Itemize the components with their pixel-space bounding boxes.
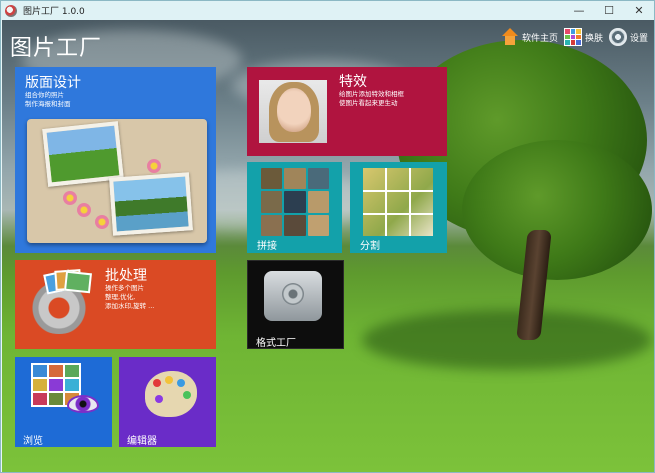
split-divider bbox=[409, 168, 411, 236]
flower-decoration bbox=[147, 159, 161, 173]
portrait-face bbox=[277, 88, 311, 132]
tile-stitch-label: 拼接 bbox=[257, 241, 277, 252]
split-divider bbox=[363, 213, 433, 215]
title-bar[interactable]: 图片工厂 1.0.0 — ☐ ✕ bbox=[1, 1, 654, 20]
window-controls: — ☐ ✕ bbox=[564, 1, 654, 20]
tile-editor[interactable]: 编辑器 bbox=[119, 357, 216, 447]
portrait-image bbox=[259, 80, 327, 143]
minimize-button[interactable]: — bbox=[564, 1, 594, 20]
gear-icon bbox=[608, 28, 627, 46]
collage-image bbox=[27, 119, 207, 243]
top-navigation: 软件主页 换肤 设置 bbox=[501, 28, 648, 46]
tile-effects-desc: 给图片添加特效和相框 使图片看起来更生动 bbox=[339, 90, 404, 107]
home-link-label: 软件主页 bbox=[521, 33, 558, 44]
eye-icon bbox=[67, 395, 99, 413]
tile-format-label: 格式工厂 bbox=[256, 338, 296, 349]
skin-link[interactable]: 换肤 bbox=[563, 28, 603, 46]
tile-split-label: 分割 bbox=[360, 241, 380, 252]
close-button[interactable]: ✕ bbox=[624, 1, 654, 20]
paint-dot bbox=[183, 391, 191, 399]
paint-dot bbox=[165, 376, 173, 384]
stitch-grid-image bbox=[261, 168, 329, 236]
format-factory-icon bbox=[264, 271, 322, 321]
tile-batch-desc: 操作多个图片 整理,优化, 添加水印,旋转 ... bbox=[105, 284, 155, 310]
tile-layout-design[interactable]: 版面设计 组合你的照片 制作海报和封面 bbox=[15, 67, 216, 253]
paint-dot bbox=[155, 395, 163, 403]
settings-link-label: 设置 bbox=[629, 33, 648, 44]
house-icon bbox=[501, 28, 519, 46]
main-canvas: 图片工厂 软件主页 换肤 设置 版面设计 组合你的照片 制作海报和封面 特效 给… bbox=[2, 20, 654, 472]
tile-browse[interactable]: 浏览 bbox=[15, 357, 112, 447]
window-title: 图片工厂 1.0.0 bbox=[23, 7, 85, 17]
tile-browse-label: 浏览 bbox=[23, 436, 43, 447]
home-link[interactable]: 软件主页 bbox=[501, 28, 558, 46]
tile-split[interactable]: 分割 bbox=[350, 162, 447, 253]
app-title: 图片工厂 bbox=[10, 36, 103, 61]
split-divider bbox=[385, 168, 387, 236]
app-window: 图片工厂 1.0.0 — ☐ ✕ 图片工厂 软件主页 换肤 设置 版面设计 组合… bbox=[0, 0, 655, 473]
paint-dot bbox=[177, 379, 185, 387]
app-logo-icon bbox=[5, 4, 17, 17]
tile-layout-title: 版面设计 bbox=[25, 75, 81, 91]
split-divider bbox=[363, 190, 433, 192]
paint-dot bbox=[153, 379, 161, 387]
paint-palette-icon bbox=[145, 371, 197, 417]
tree-crown bbox=[462, 140, 652, 280]
collage-photo bbox=[109, 172, 193, 236]
split-image bbox=[363, 168, 433, 236]
tile-layout-desc: 组合你的照片 制作海报和封面 bbox=[25, 91, 71, 108]
palette-grid-icon bbox=[563, 28, 582, 46]
photo-stack-icon bbox=[64, 270, 92, 294]
tile-stitch[interactable]: 拼接 bbox=[247, 162, 342, 253]
tile-editor-label: 编辑器 bbox=[127, 436, 157, 447]
tile-format-factory[interactable]: 格式工厂 bbox=[247, 260, 344, 349]
flower-decoration bbox=[63, 191, 77, 205]
settings-link[interactable]: 设置 bbox=[608, 28, 648, 46]
maximize-button[interactable]: ☐ bbox=[594, 1, 624, 20]
tile-batch[interactable]: 批处理 操作多个图片 整理,优化, 添加水印,旋转 ... bbox=[15, 260, 216, 349]
flower-decoration bbox=[95, 215, 109, 229]
tree-shadow bbox=[362, 310, 652, 370]
skin-link-label: 换肤 bbox=[584, 33, 603, 44]
flower-decoration bbox=[77, 203, 91, 217]
tile-effects-title: 特效 bbox=[339, 74, 367, 90]
tile-effects[interactable]: 特效 给图片添加特效和相框 使图片看起来更生动 bbox=[247, 67, 447, 156]
tile-batch-title: 批处理 bbox=[105, 268, 147, 284]
